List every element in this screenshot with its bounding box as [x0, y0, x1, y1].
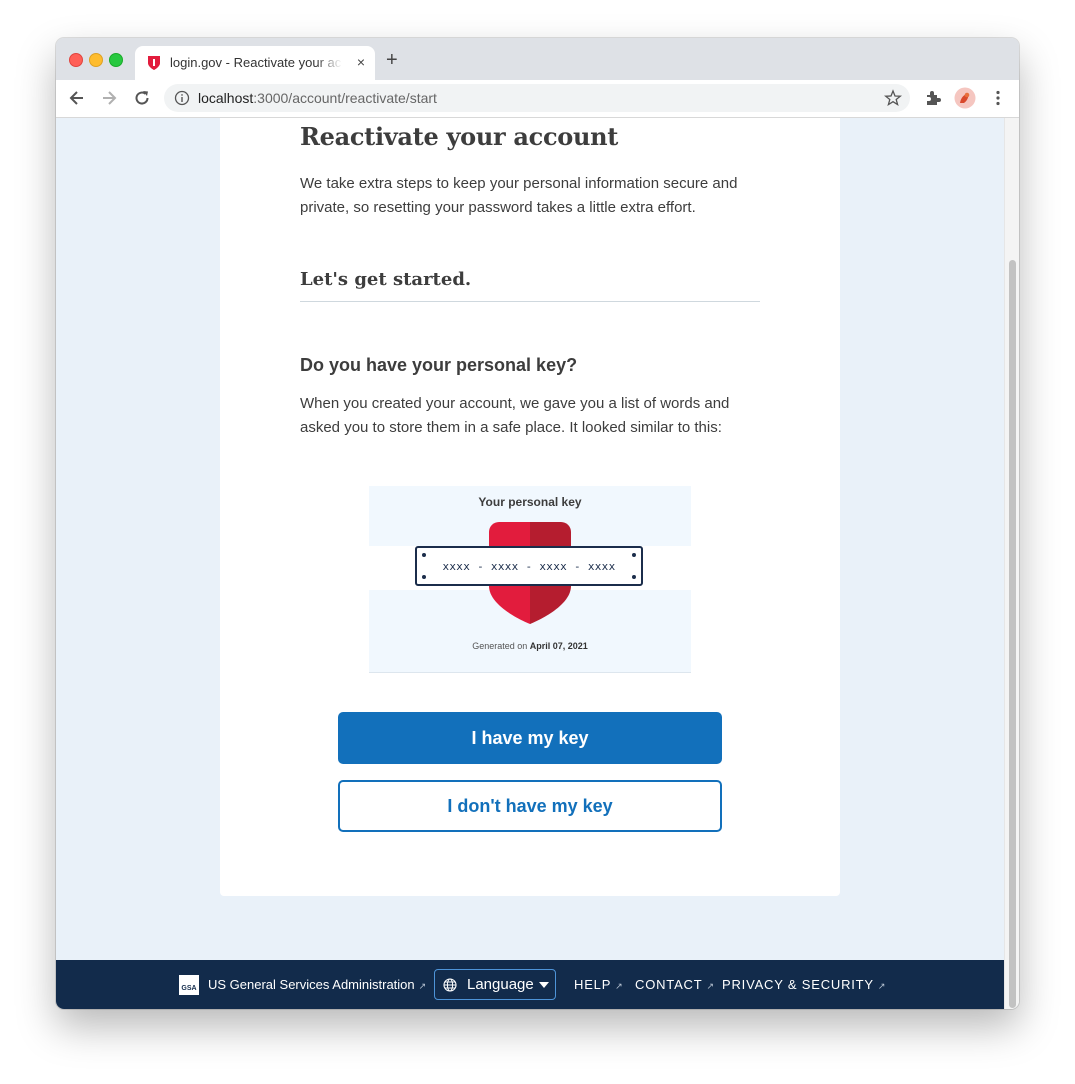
site-footer: GSA US General Services Administration ↗ …	[56, 960, 1004, 1009]
generated-prefix: Generated on	[472, 641, 530, 651]
external-link-icon: ↗	[706, 981, 715, 991]
browser-tab[interactable]: login.gov - Reactivate your account ×	[135, 46, 375, 80]
forward-arrow-icon[interactable]	[99, 88, 119, 108]
generated-date-value: April 07, 2021	[529, 641, 588, 651]
tab-title: login.gov - Reactivate your account	[170, 55, 342, 70]
vertical-scrollbar[interactable]	[1004, 118, 1019, 1009]
close-window-button[interactable]	[69, 53, 83, 67]
profile-avatar-icon[interactable]	[954, 87, 976, 109]
shield-favicon-icon	[148, 56, 160, 70]
gsa-link[interactable]: US General Services Administration ↗	[208, 977, 426, 992]
plate-screw	[632, 575, 636, 579]
plate-screw	[632, 553, 636, 557]
explanation-text: When you created your account, we gave y…	[300, 395, 730, 436]
url-path: :3000/account/reactivate/start	[253, 90, 437, 106]
content-card: Reactivate your account We take extra st…	[220, 118, 840, 896]
scrollbar-thumb[interactable]	[1009, 260, 1016, 1008]
language-dropdown[interactable]: Language	[434, 969, 556, 1000]
browser-toolbar: localhost:3000/account/reactivate/start	[56, 80, 1019, 118]
chevron-down-icon	[539, 982, 549, 988]
privacy-link[interactable]: PRIVACY & SECURITY ↗	[722, 977, 886, 992]
zoom-window-button[interactable]	[109, 53, 123, 67]
contact-link-label: CONTACT	[635, 977, 703, 992]
key-code: xxxx - xxxx - xxxx - xxxx	[442, 560, 616, 573]
have-key-button[interactable]: I have my key	[338, 712, 722, 764]
gsa-link-label: US General Services Administration	[208, 977, 415, 992]
page-title: Reactivate your account	[300, 122, 619, 151]
language-label: Language	[467, 976, 534, 993]
generated-date: Generated on April 07, 2021	[369, 641, 691, 651]
no-key-button[interactable]: I don't have my key	[338, 780, 722, 832]
contact-link[interactable]: CONTACT ↗	[635, 977, 715, 992]
plate-screw	[422, 553, 426, 557]
address-bar[interactable]: localhost:3000/account/reactivate/start	[164, 84, 910, 112]
url-host: localhost	[198, 90, 254, 106]
tab-strip: login.gov - Reactivate your account × +	[56, 38, 1019, 80]
privacy-link-label: PRIVACY & SECURITY	[722, 977, 874, 992]
minimize-window-button[interactable]	[89, 53, 103, 67]
key-plate: xxxx - xxxx - xxxx - xxxx	[415, 546, 643, 586]
personal-key-illustration: Your personal key xxxx - xxxx - xxxx - x…	[369, 486, 691, 673]
menu-kebab-icon[interactable]	[989, 89, 1007, 107]
external-link-icon: ↗	[615, 981, 624, 991]
intro-text: We take extra steps to keep your persona…	[300, 175, 738, 216]
help-link-label: HELP	[574, 977, 612, 992]
help-link[interactable]: HELP ↗	[574, 977, 624, 992]
question-heading: Do you have your personal key?	[300, 355, 578, 375]
extensions-icon[interactable]	[924, 89, 942, 107]
url-text[interactable]: localhost:3000/account/reactivate/start	[198, 90, 437, 106]
gsa-logo: GSA	[179, 975, 199, 995]
external-link-icon: ↗	[877, 981, 887, 991]
new-tab-button[interactable]: +	[386, 50, 398, 70]
info-icon[interactable]	[174, 90, 190, 106]
back-arrow-icon[interactable]	[67, 88, 87, 108]
tab-close-icon[interactable]: ×	[357, 54, 365, 70]
page-viewport: Reactivate your account We take extra st…	[56, 118, 1004, 1009]
section-heading: Let's get started.	[300, 269, 472, 290]
external-link-icon: ↗	[418, 981, 427, 991]
illustration-title: Your personal key	[478, 495, 582, 509]
plate-screw	[422, 575, 426, 579]
browser-window: login.gov - Reactivate your account × + …	[56, 38, 1019, 1009]
globe-icon	[443, 978, 457, 992]
reload-icon[interactable]	[132, 88, 152, 108]
divider	[300, 301, 760, 302]
star-icon[interactable]	[884, 89, 902, 107]
